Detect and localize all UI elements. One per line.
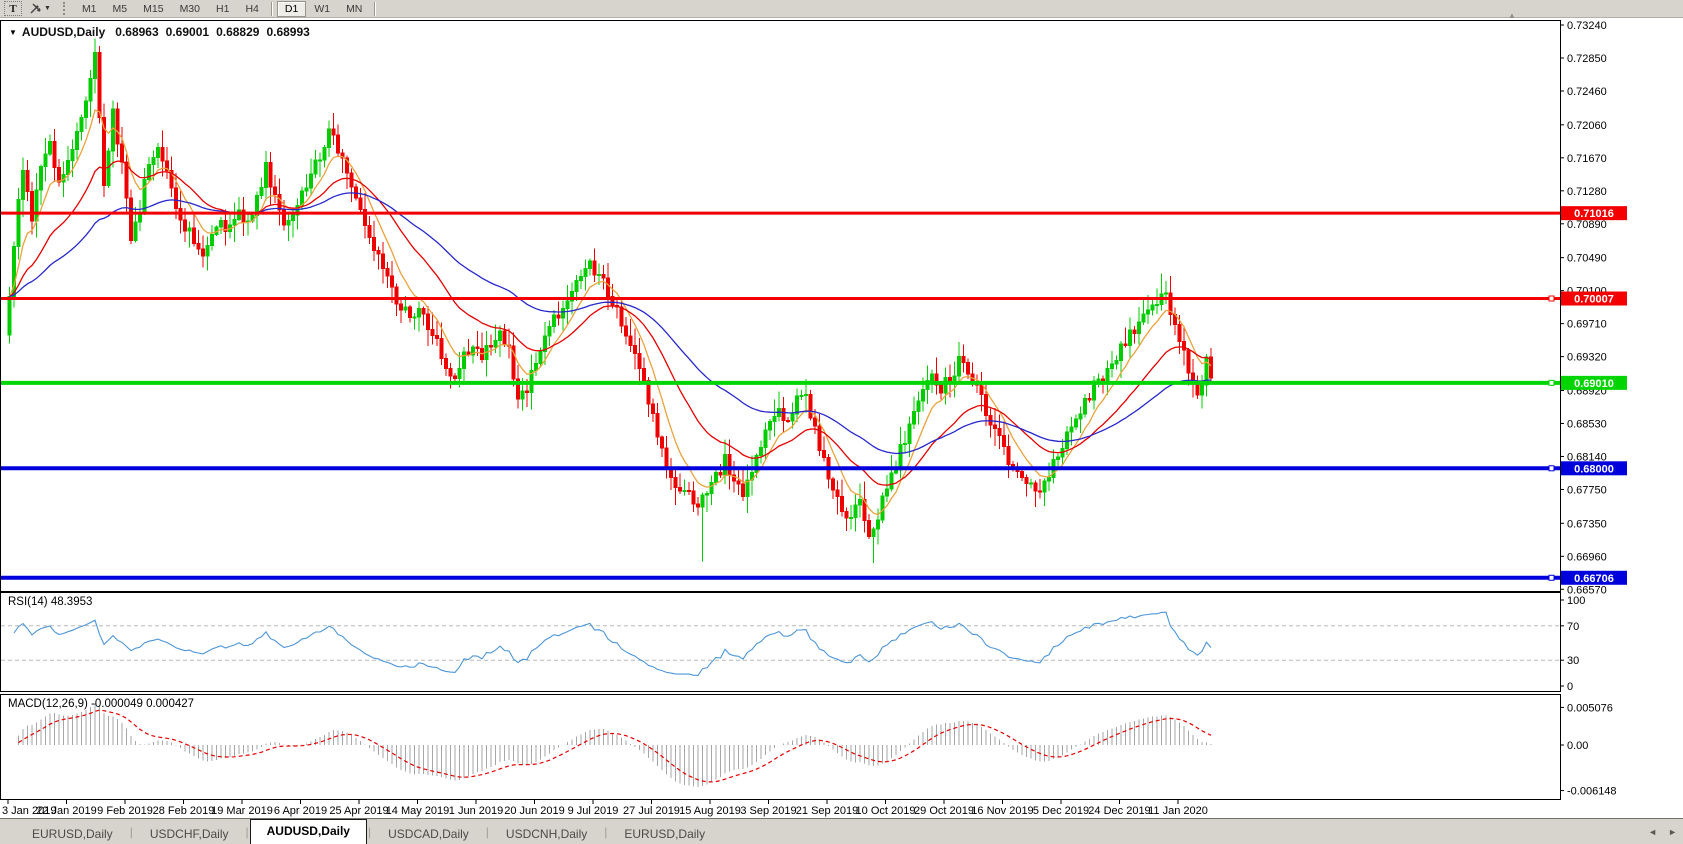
timeframe-button-m1[interactable]: M1 [74, 1, 105, 17]
date-tick-label: 20 Jun 2019 [504, 805, 565, 817]
svg-text:0.68530: 0.68530 [1567, 418, 1607, 430]
price-chart-canvas[interactable]: 0.73240 0.72850 0.72460 0.72060 0.71670 0.712… [0, 20, 1683, 600]
tab-usdcad-daily[interactable]: USDCAD,Daily [372, 825, 485, 844]
macd-label: MACD(12,26,9) -0.000049 0.000427 [8, 698, 194, 710]
svg-text:0.73240: 0.73240 [1567, 20, 1607, 32]
date-tick-label: 6 Apr 2019 [274, 805, 327, 817]
cycle-symbols-button[interactable]: ▼ [28, 2, 51, 16]
chart-shift-marker-icon: ▲ [1508, 11, 1516, 20]
date-tick-label: 10 Oct 2019 [856, 805, 916, 817]
tab-bar: EURUSD,Daily|USDCHF,Daily|AUDUSD,Daily|U… [0, 818, 1683, 844]
svg-text:0.70490: 0.70490 [1567, 253, 1607, 265]
timeframe-button-mn[interactable]: MN [338, 1, 370, 17]
date-tick-label: 15 Aug 2019 [679, 805, 741, 817]
svg-text:30: 30 [1567, 655, 1579, 667]
svg-text:0.68000: 0.68000 [1574, 463, 1614, 475]
tab-scroll-right-icon[interactable]: ► [1668, 827, 1677, 837]
svg-text:0.72060: 0.72060 [1567, 120, 1607, 132]
date-tick-label: 14 May 2019 [386, 805, 450, 817]
svg-text:0.69010: 0.69010 [1574, 378, 1614, 390]
svg-text:0.66706: 0.66706 [1574, 573, 1614, 585]
svg-text:0.70890: 0.70890 [1567, 219, 1607, 231]
ohlc-close: 0.68993 [266, 25, 309, 39]
svg-text:0.00: 0.00 [1567, 740, 1588, 752]
timeframe-button-h1[interactable]: H1 [208, 1, 237, 17]
date-tick-label: 21 Sep 2019 [796, 805, 858, 817]
date-tick-label: 27 Jul 2019 [623, 805, 680, 817]
tab-audusd-daily[interactable]: AUDUSD,Daily [250, 819, 367, 844]
svg-text:0.67350: 0.67350 [1567, 518, 1607, 530]
swap-arrows-icon [28, 2, 43, 16]
tab-usdchf-daily[interactable]: USDCHF,Daily [134, 825, 245, 844]
time-axis[interactable]: 3 Jan 201922 Jan 20199 Feb 201928 Feb 20… [0, 800, 1683, 818]
tab-eurusd-daily[interactable]: EURUSD,Daily [608, 825, 721, 844]
ohlc-high: 0.69001 [166, 25, 209, 39]
tab-eurusd-daily[interactable]: EURUSD,Daily [16, 825, 129, 844]
timeframe-button-m15[interactable]: M15 [135, 1, 171, 17]
timeframe-button-d1[interactable]: D1 [277, 1, 306, 17]
timeframe-buttons: M1M5M15M30H1H4 D1W1MN [74, 0, 370, 18]
timeframe-button-m5[interactable]: M5 [105, 1, 136, 17]
chart-symbol-label: AUDUSD,Daily [22, 25, 105, 39]
ohlc-open: 0.68963 [115, 25, 158, 39]
tab-scroll-left-icon[interactable]: ◄ [1648, 827, 1657, 837]
date-tick-label: 22 Jan 2019 [36, 805, 97, 817]
svg-text:0.72850: 0.72850 [1567, 53, 1607, 65]
text-tool-button[interactable]: T [4, 1, 22, 16]
svg-text:0.70007: 0.70007 [1574, 294, 1614, 306]
tab-scroll-arrows: ◄ ► [1648, 827, 1677, 837]
svg-text:0.66960: 0.66960 [1567, 551, 1607, 563]
rsi-indicator-canvas[interactable]: 100 70 30 0 [0, 592, 1683, 692]
date-tick-label: 9 Jul 2019 [568, 805, 619, 817]
date-tick-label: 9 Feb 2019 [97, 805, 153, 817]
date-tick-label: 5 Dec 2019 [1033, 805, 1089, 817]
date-tick-label: 3 Sep 2019 [740, 805, 796, 817]
timeframe-button-w1[interactable]: W1 [306, 1, 338, 17]
toolbar-grip[interactable] [63, 2, 67, 15]
toolbar-separator [271, 2, 273, 16]
svg-text:0.69710: 0.69710 [1567, 319, 1607, 331]
svg-text:0.005076: 0.005076 [1567, 702, 1613, 714]
dropdown-caret-icon: ▼ [44, 5, 51, 12]
tab-bar-tabs: EURUSD,Daily|USDCHF,Daily|AUDUSD,Daily|U… [16, 819, 721, 844]
toolbar-separator-end [374, 2, 376, 16]
timeframe-button-h4[interactable]: H4 [237, 1, 266, 17]
rsi-label: RSI(14) 48.3953 [8, 596, 92, 608]
date-tick-label: 29 Oct 2019 [914, 805, 974, 817]
svg-text:0.72460: 0.72460 [1567, 86, 1607, 98]
date-tick-label: 19 Mar 2019 [211, 805, 273, 817]
date-tick-label: 1 Jun 2019 [449, 805, 503, 817]
date-tick-label: 25 Apr 2019 [329, 805, 388, 817]
svg-text:-0.006148: -0.006148 [1567, 786, 1617, 798]
ohlc-low: 0.68829 [216, 25, 259, 39]
date-tick-label: 28 Feb 2019 [153, 805, 215, 817]
svg-text:0.71280: 0.71280 [1567, 186, 1607, 198]
mt4-window: T ▼ M1M5M15M30H1H4 D1W1MN ▲ 0.73240 0.7285… [0, 0, 1683, 844]
macd-indicator-canvas[interactable]: 0.005076 0.00 -0.006148 [0, 694, 1683, 800]
svg-text:0.71016: 0.71016 [1574, 208, 1614, 220]
date-tick-label: 24 Dec 2019 [1088, 805, 1150, 817]
svg-text:0.69320: 0.69320 [1567, 352, 1607, 364]
svg-text:0.67750: 0.67750 [1567, 484, 1607, 496]
svg-text:0: 0 [1567, 681, 1573, 692]
svg-text:100: 100 [1567, 595, 1585, 607]
top-toolbar: T ▼ M1M5M15M30H1H4 D1W1MN [0, 0, 1683, 18]
svg-text:70: 70 [1567, 621, 1579, 633]
date-tick-label: 11 Jan 2020 [1148, 805, 1208, 817]
tab-usdcnh-daily[interactable]: USDCNH,Daily [490, 825, 603, 844]
chart-title: ▼ AUDUSD,Daily 0.68963 0.69001 0.68829 0… [9, 25, 317, 39]
date-tick-label: 16 Nov 2019 [971, 805, 1033, 817]
svg-text:0.71670: 0.71670 [1567, 153, 1607, 165]
collapse-triangle-icon[interactable]: ▼ [9, 28, 17, 37]
timeframe-button-m30[interactable]: M30 [172, 1, 208, 17]
